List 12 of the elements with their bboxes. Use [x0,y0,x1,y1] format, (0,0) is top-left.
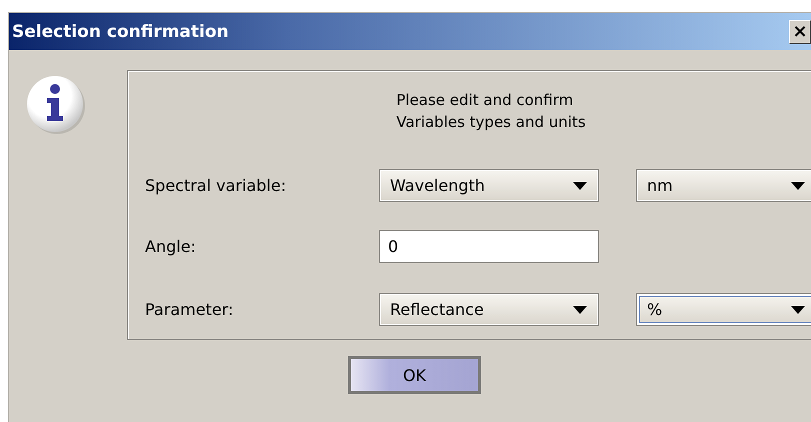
ok-button[interactable]: OK [348,356,481,394]
instruction-text: Please edit and confirm Variables types and units [395,90,586,133]
field-label: Angle: [145,237,197,256]
unit-dropdown[interactable]: % [636,293,811,326]
unit-dropdown[interactable]: nm [636,169,811,202]
window-title: Selection confirmation [11,22,229,42]
field-label: Parameter: [145,300,234,319]
dropdown[interactable]: Wavelength [379,169,599,202]
field-label: Spectral variable: [145,176,288,195]
dropdown[interactable]: Reflectance [379,293,599,326]
input-field[interactable]: 0 [379,230,599,263]
close-button[interactable]: × [789,20,811,44]
